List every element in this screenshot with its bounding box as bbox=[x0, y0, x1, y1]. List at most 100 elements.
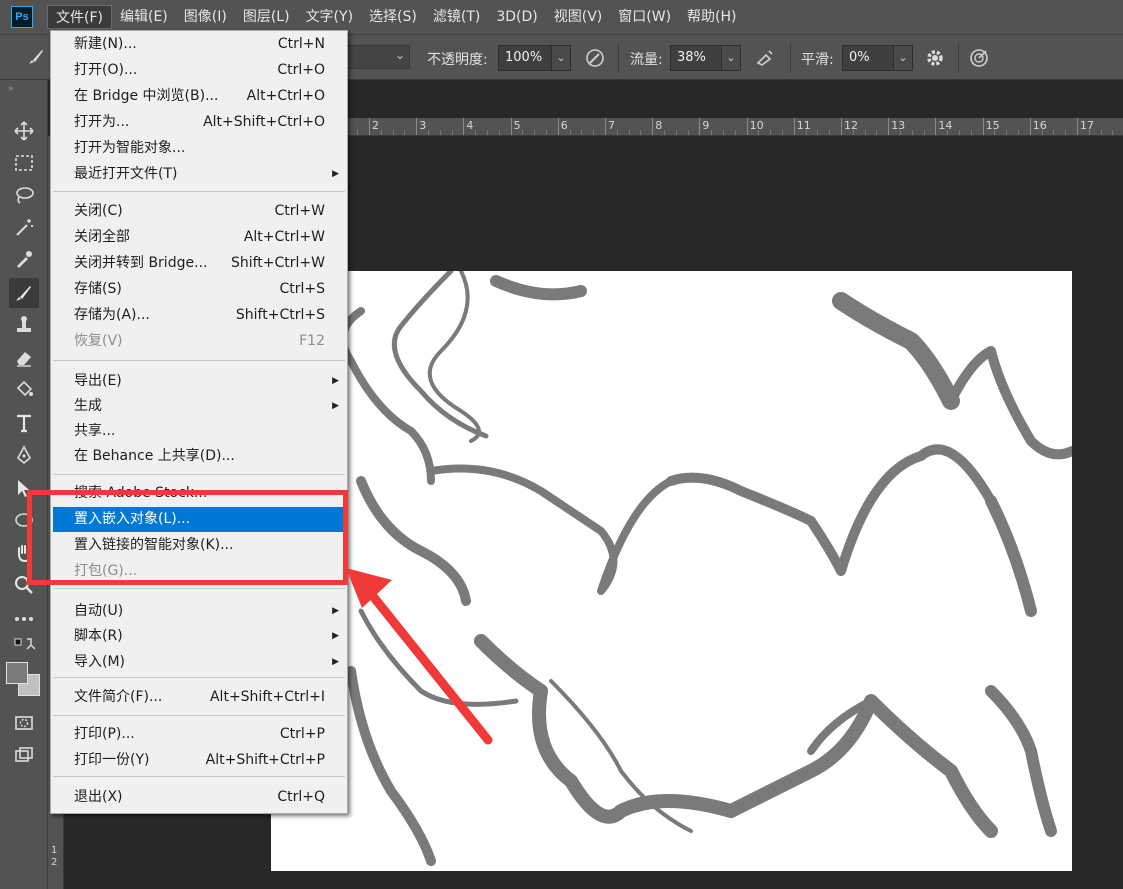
file-menu-item[interactable]: 最近打开文件(T) ▶ bbox=[53, 162, 345, 187]
menu-edit[interactable]: 编辑(E) bbox=[112, 5, 176, 29]
file-menu-item[interactable]: 存储为(A)... Shift+Ctrl+S bbox=[53, 303, 345, 328]
menu-window[interactable]: 窗口(W) bbox=[610, 5, 679, 29]
ruler-tick bbox=[746, 118, 748, 135]
file-menu-item[interactable]: 脚本(R) ▶ bbox=[53, 624, 345, 649]
clone-stamp-icon[interactable] bbox=[9, 310, 39, 340]
smoothing-dropdown[interactable]: ⌄ bbox=[893, 45, 913, 71]
file-menu-item[interactable]: 打印一份(Y) Alt+Shift+Ctrl+P bbox=[53, 748, 345, 773]
menu-view[interactable]: 视图(V) bbox=[546, 5, 611, 29]
move-tool-icon[interactable] bbox=[9, 116, 39, 146]
ruler-tick-minor bbox=[923, 130, 925, 135]
gear-icon[interactable] bbox=[924, 47, 946, 69]
menu-item-shortcut: Alt+Shift+Ctrl+P bbox=[205, 752, 325, 768]
file-menu-item[interactable]: 恢复(V) F12 bbox=[53, 329, 345, 354]
menu-filter[interactable]: 滤镜(T) bbox=[425, 5, 488, 29]
menu-separator bbox=[53, 677, 345, 678]
paint-bucket-icon[interactable] bbox=[9, 374, 39, 404]
submenu-arrow-icon: ▶ bbox=[332, 169, 339, 179]
file-menu-item[interactable]: 生成 ▶ bbox=[53, 394, 345, 419]
menu-layer[interactable]: 图层(L) bbox=[235, 5, 298, 29]
menu-item-shortcut: Alt+Ctrl+W bbox=[243, 229, 325, 245]
file-menu-item[interactable]: 关闭(C) Ctrl+W bbox=[53, 199, 345, 224]
marquee-tool-icon[interactable] bbox=[9, 148, 39, 178]
photoshop-logo: Ps bbox=[11, 6, 33, 28]
file-menu-item[interactable]: 导出(E) ▶ bbox=[53, 369, 345, 394]
menu-3d[interactable]: 3D(D) bbox=[488, 5, 545, 29]
menu-select[interactable]: 选择(S) bbox=[361, 5, 425, 29]
ruler-label: 1 bbox=[51, 845, 58, 856]
ruler-tick-minor bbox=[876, 130, 878, 135]
tools-panel: » bbox=[0, 80, 48, 889]
magic-wand-icon[interactable] bbox=[9, 212, 39, 242]
brush-preset-icon[interactable] bbox=[26, 47, 46, 67]
smoothing-input[interactable]: 0% bbox=[842, 45, 894, 71]
ruler-tick-minor bbox=[864, 130, 866, 135]
ruler-tick-minor bbox=[1112, 130, 1114, 135]
menu-item-label: 关闭全部 bbox=[74, 229, 130, 245]
ruler-tick bbox=[510, 118, 512, 135]
screen-mode-icon[interactable] bbox=[9, 740, 39, 770]
eyedropper-icon[interactable] bbox=[9, 244, 39, 274]
flow-dropdown[interactable]: ⌄ bbox=[721, 45, 741, 71]
menu-bar: Ps 文件(F) 编辑(E) 图像(I) 图层(L) 文字(Y) 选择(S) 滤… bbox=[0, 0, 1123, 34]
symmetry-icon[interactable] bbox=[968, 47, 990, 69]
submenu-arrow-icon: ▶ bbox=[332, 606, 339, 616]
file-menu-item[interactable]: 共享... bbox=[53, 419, 345, 444]
ruler-tick bbox=[1077, 118, 1078, 135]
submenu-arrow-icon: ▶ bbox=[332, 631, 339, 641]
ruler-tick bbox=[793, 118, 795, 135]
swap-colors-icon[interactable] bbox=[9, 636, 39, 656]
pressure-opacity-icon[interactable] bbox=[584, 47, 606, 69]
ruler-tick-minor bbox=[357, 130, 359, 135]
eraser-icon[interactable] bbox=[9, 342, 39, 372]
menu-item-shortcut: Shift+Ctrl+S bbox=[235, 307, 325, 323]
type-tool-icon[interactable] bbox=[9, 408, 39, 438]
quick-mask-icon[interactable] bbox=[9, 708, 39, 738]
file-menu-item[interactable]: 在 Bridge 中浏览(B)... Alt+Ctrl+O bbox=[53, 84, 345, 109]
file-menu-item[interactable]: 在 Behance 上共享(D)... bbox=[53, 444, 345, 469]
submenu-arrow-icon: ▶ bbox=[332, 376, 339, 386]
brush-size-select[interactable]: ⌄ bbox=[340, 45, 410, 69]
file-menu-item[interactable]: 打开(O)... Ctrl+O bbox=[53, 58, 345, 83]
file-menu-item[interactable]: 打开为智能对象... bbox=[53, 136, 345, 161]
ruler-label: 2 bbox=[372, 119, 379, 132]
lasso-tool-icon[interactable] bbox=[9, 180, 39, 210]
ruler-tick-minor bbox=[451, 130, 453, 135]
ruler-tick-minor bbox=[616, 130, 618, 135]
menu-item-label: 恢复(V) bbox=[74, 333, 123, 349]
menu-help[interactable]: 帮助(H) bbox=[679, 5, 744, 29]
ruler-tick bbox=[841, 118, 842, 135]
opacity-dropdown[interactable]: ⌄ bbox=[551, 45, 571, 71]
ruler-tick-minor bbox=[380, 130, 382, 135]
menu-item-label: 在 Bridge 中浏览(B)... bbox=[74, 88, 219, 104]
menu-item-shortcut: Alt+Ctrl+O bbox=[246, 88, 325, 104]
file-menu-item[interactable]: 文件简介(F)... Alt+Shift+Ctrl+I bbox=[53, 685, 345, 710]
file-menu-item[interactable]: 退出(X) Ctrl+Q bbox=[53, 785, 345, 810]
file-menu-item[interactable]: 存储(S) Ctrl+S bbox=[53, 277, 345, 302]
pen-tool-icon[interactable] bbox=[9, 440, 39, 470]
menu-file[interactable]: 文件(F) bbox=[47, 5, 112, 29]
collapse-arrows-icon[interactable]: » bbox=[8, 84, 14, 94]
brush-tool-icon[interactable] bbox=[9, 278, 39, 308]
file-menu-item[interactable]: 导入(M) ▶ bbox=[53, 650, 345, 675]
file-menu-item[interactable]: 关闭全部 Alt+Ctrl+W bbox=[53, 225, 345, 250]
menu-item-shortcut: Shift+Ctrl+W bbox=[230, 255, 325, 271]
more-tools-icon[interactable] bbox=[9, 604, 39, 634]
file-menu-item[interactable]: 打开为... Alt+Shift+Ctrl+O bbox=[53, 110, 345, 135]
opacity-input[interactable]: 100% bbox=[498, 45, 552, 71]
menu-item-shortcut: Alt+Shift+Ctrl+O bbox=[203, 114, 325, 130]
ruler-tick-minor bbox=[1100, 130, 1102, 135]
file-menu-item[interactable]: 打印(P)... Ctrl+P bbox=[53, 722, 345, 747]
file-menu-item[interactable]: 新建(N)... Ctrl+N bbox=[53, 32, 345, 57]
airbrush-icon[interactable] bbox=[754, 47, 776, 69]
file-menu-item[interactable]: 自动(U) ▶ bbox=[53, 599, 345, 624]
flow-input[interactable]: 38% bbox=[670, 45, 722, 71]
menu-type[interactable]: 文字(Y) bbox=[298, 5, 361, 29]
file-menu-item[interactable]: 关闭并转到 Bridge... Shift+Ctrl+W bbox=[53, 251, 345, 276]
ruler-tick-minor bbox=[404, 130, 406, 135]
menu-item-shortcut: F12 bbox=[299, 333, 325, 349]
menu-image[interactable]: 图像(I) bbox=[176, 5, 235, 29]
ruler-label: 4 bbox=[466, 119, 474, 132]
menu-item-label: 文件简介(F)... bbox=[74, 689, 163, 705]
foreground-color-swatch[interactable] bbox=[6, 662, 28, 684]
